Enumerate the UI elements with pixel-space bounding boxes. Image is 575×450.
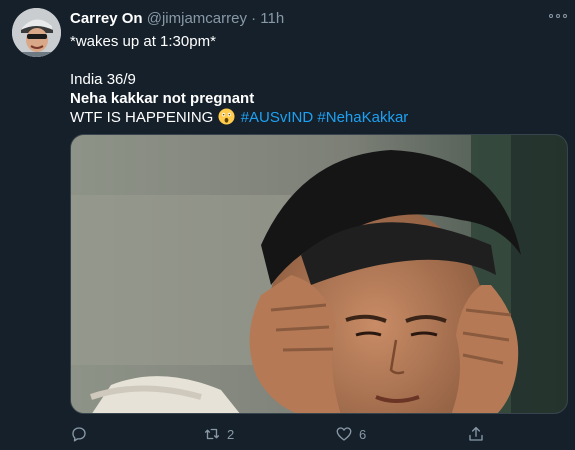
- separator-dot: ·: [251, 10, 257, 27]
- retweet-count: 2: [227, 426, 235, 442]
- tweet-header: Carrey On @jimjamcarrey · 11h: [70, 10, 284, 28]
- reply-icon: [72, 427, 86, 442]
- tweet[interactable]: Carrey On @jimjamcarrey · 11h *wakes up …: [0, 0, 575, 450]
- tweet-text-line-4-text: WTF IS HAPPENING: [70, 109, 214, 126]
- retweet-button[interactable]: 2: [203, 424, 234, 444]
- share-icon: [469, 426, 483, 441]
- reply-button[interactable]: [70, 424, 94, 444]
- astonished-face-emoji-icon: [217, 108, 235, 125]
- user-handle[interactable]: @jimjamcarrey: [147, 10, 247, 27]
- tweet-text-line-3: Neha kakkar not pregnant: [70, 90, 255, 107]
- display-name[interactable]: Carrey On: [70, 10, 143, 27]
- like-button[interactable]: 6: [335, 424, 366, 444]
- more-options-icon[interactable]: [549, 12, 567, 20]
- retweet-icon: [204, 428, 220, 440]
- share-button[interactable]: [467, 424, 485, 444]
- tweet-actions: 2 6: [70, 424, 568, 444]
- avatar[interactable]: [12, 8, 61, 57]
- tweet-media-image[interactable]: [70, 134, 568, 414]
- hashtag-nehakakkar[interactable]: #NehaKakkar: [317, 109, 408, 126]
- photo-of-man-holding-head-icon: [71, 135, 567, 413]
- timestamp[interactable]: 11h: [260, 10, 284, 27]
- hashtag-ausvind[interactable]: #AUSvIND: [241, 109, 314, 126]
- heart-icon: [336, 427, 352, 441]
- tweet-text-line-2: India 36/9: [70, 71, 136, 88]
- tweet-text-line-1: *wakes up at 1:30pm*: [70, 33, 216, 50]
- like-count: 6: [359, 426, 367, 442]
- tweet-text-line-4: WTF IS HAPPENING #AUSvIND #NehaKakkar: [70, 108, 408, 127]
- avatar-photo-icon: [12, 8, 61, 57]
